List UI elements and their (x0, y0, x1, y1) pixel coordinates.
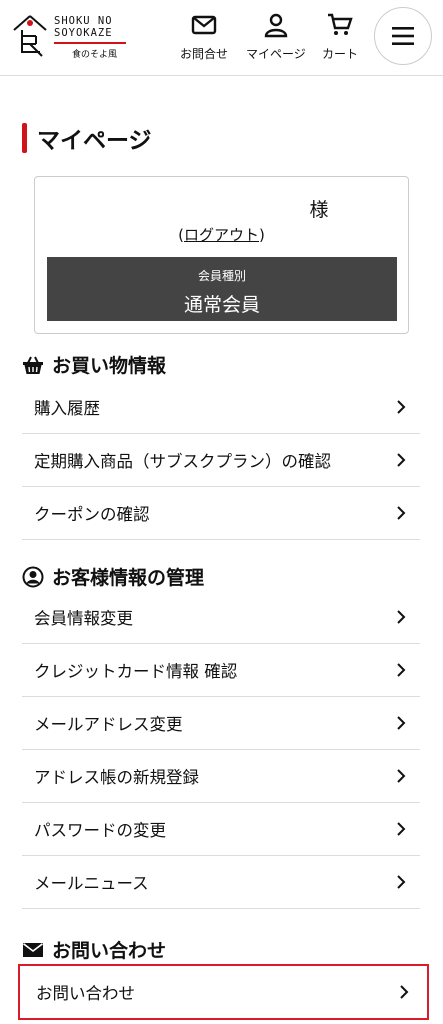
chevron-right-icon (397, 453, 406, 467)
menu-item-member-info[interactable]: 会員情報変更 (22, 591, 420, 644)
list-item-label: クーポンの確認 (34, 505, 150, 524)
user-circle-icon (22, 566, 44, 587)
menu-item-coupons[interactable]: クーポンの確認 (22, 487, 420, 540)
menu-item-email-change[interactable]: メールアドレス変更 (22, 697, 420, 750)
member-type-label: 会員種別 (197, 269, 246, 283)
menu-item-address-book[interactable]: アドレス帳の新規登録 (22, 750, 420, 803)
list-item-label: 会員情報変更 (34, 609, 133, 628)
list-item-label: 定期購入商品（サブスクプラン）の確認 (34, 452, 331, 471)
chevron-right-icon (397, 663, 406, 677)
list-item-label: メールニュース (34, 874, 149, 893)
chevron-right-icon (397, 875, 406, 889)
section-heading-account-text: お客様情報の管理 (52, 567, 205, 589)
header-mypage-link[interactable]: マイページ (246, 12, 306, 62)
site-logo[interactable]: SHOKU NO SOYOKAZE 食のそよ風 (10, 12, 130, 62)
chevron-right-icon (397, 610, 406, 624)
account-menu-list: 会員情報変更 クレジットカード情報 確認 メールアドレス変更 アドレス帳の新規登… (22, 591, 420, 909)
chevron-right-icon (397, 400, 406, 414)
header-contact-label: お問合せ (180, 47, 229, 61)
member-type-box: 会員種別 通常会員 (47, 257, 397, 321)
logo-underline (54, 42, 126, 44)
mail-icon (191, 15, 217, 35)
menu-item-purchase-history[interactable]: 購入履歴 (22, 381, 420, 434)
list-item-label: パスワードの変更 (34, 821, 166, 840)
logout-row: (ログアウト) (35, 224, 408, 245)
list-item-label: メールアドレス変更 (34, 715, 183, 734)
list-item-label: お問い合わせ (36, 984, 135, 1003)
logo-text-en: SHOKU NO SOYOKAZE (54, 15, 113, 39)
member-type-value: 通常会員 (183, 294, 260, 316)
basket-icon (23, 356, 43, 374)
shopping-menu-list: 購入履歴 定期購入商品（サブスクプラン）の確認 クーポンの確認 (22, 381, 420, 540)
section-heading-shopping-text: お買い物情報 (52, 355, 167, 377)
site-header: SHOKU NO SOYOKAZE 食のそよ風 お問合せ マイページ カート (0, 0, 443, 76)
header-cart-link[interactable]: カート (322, 12, 358, 62)
chevron-right-icon (400, 985, 409, 999)
logo-text-jp: 食のそよ風 (72, 50, 118, 60)
section-heading-account: お客様情報の管理 (22, 563, 204, 590)
header-contact-link[interactable]: お問合せ (180, 12, 228, 62)
mail-icon (23, 942, 43, 957)
header-mypage-label: マイページ (246, 47, 306, 61)
section-heading-shopping: お買い物情報 (22, 351, 166, 378)
page-title: マイページ (22, 122, 152, 154)
member-card: 様 (ログアウト) 会員種別 通常会員 (34, 176, 409, 334)
logo-text-line1: SHOKU NO (54, 15, 113, 27)
menu-item-inquiry[interactable]: お問い合わせ (18, 964, 429, 1020)
chevron-right-icon (397, 506, 406, 520)
logo-text-line2: SOYOKAZE (54, 27, 113, 39)
chevron-right-icon (397, 822, 406, 836)
title-accent-bar (22, 123, 27, 153)
header-cart-label: カート (322, 47, 359, 61)
menu-item-credit-card[interactable]: クレジットカード情報 確認 (22, 644, 420, 697)
member-name: 様 (35, 195, 408, 222)
list-item-label: クレジットカード情報 確認 (34, 662, 238, 681)
page-title-text: マイページ (37, 128, 152, 154)
hamburger-icon (392, 27, 414, 45)
list-item-label: 購入履歴 (34, 399, 100, 418)
chevron-right-icon (397, 716, 406, 730)
hamburger-menu-button[interactable] (374, 7, 432, 65)
menu-item-mail-news[interactable]: メールニュース (22, 856, 420, 909)
section-heading-inquiry-text: お問い合わせ (52, 940, 167, 962)
logo-mark-icon (13, 15, 47, 57)
chevron-right-icon (397, 769, 406, 783)
menu-item-password-change[interactable]: パスワードの変更 (22, 803, 420, 856)
logout-paren-close: ) (259, 226, 265, 244)
member-name-suffix: 様 (309, 199, 329, 221)
cart-icon (328, 13, 353, 35)
user-icon (264, 13, 288, 38)
list-item-label: アドレス帳の新規登録 (34, 768, 199, 787)
menu-item-subscription[interactable]: 定期購入商品（サブスクプラン）の確認 (22, 434, 420, 487)
logout-link[interactable]: ログアウト (184, 226, 259, 244)
section-heading-inquiry: お問い合わせ (22, 936, 166, 963)
